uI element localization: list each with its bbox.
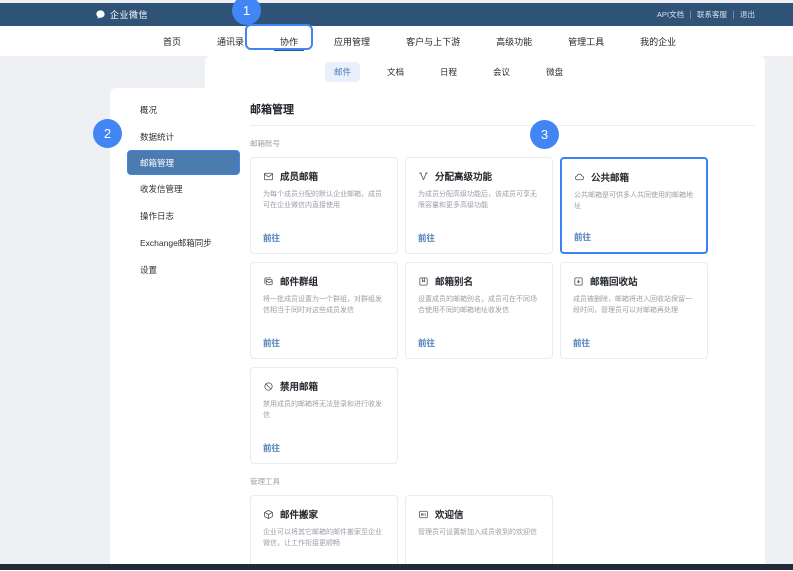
go-to-link[interactable]: 前往 (263, 232, 385, 244)
card-head: 邮箱回收站 (573, 274, 695, 288)
disabled-icon (263, 381, 274, 392)
card-description: 禁用成员的邮箱将无法登录和进行收发信 (263, 399, 385, 421)
card-title: 邮箱回收站 (590, 274, 638, 288)
card-title: 邮件群组 (280, 274, 318, 288)
card-head: 邮箱别名 (418, 274, 540, 288)
logout-link[interactable]: 退出 (740, 9, 755, 20)
card-description: 为每个成员分配的默认企业邮箱，成员可在企业微信内直接使用 (263, 189, 385, 211)
card-head: 邮件群组 (263, 274, 385, 288)
card-grid-mail-accounts: 成员邮箱 为每个成员分配的默认企业邮箱，成员可在企业微信内直接使用 前往 分配高… (250, 157, 712, 464)
tab-meeting[interactable]: 会议 (484, 62, 519, 82)
sidebar: 概况 数据统计 邮箱管理 收发信管理 操作日志 Exchange邮箱同步 设置 (110, 96, 240, 283)
nav-item-home[interactable]: 首页 (163, 26, 181, 56)
tab-drive[interactable]: 微盘 (537, 62, 572, 82)
sub-tab-panel: 邮件 文档 日程 会议 微盘 (205, 56, 765, 88)
card-member-mailbox[interactable]: 成员邮箱 为每个成员分配的默认企业邮箱，成员可在企业微信内直接使用 前往 (250, 157, 398, 254)
card-description: 设置成员的邮箱别名，成员可在不同场合使用不同的邮箱地址收发信 (418, 294, 540, 316)
card-welcome-letter[interactable]: 欢迎信 管理员可设置新加入成员收到的欢迎信 前往 (405, 495, 553, 564)
card-mail-alias[interactable]: 邮箱别名 设置成员的邮箱别名，成员可在不同场合使用不同的邮箱地址收发信 前往 (405, 262, 553, 359)
card-title: 邮箱别名 (435, 274, 473, 288)
card-description: 为成员分配高级功能后，该成员可享无限容量和更多高级功能 (418, 189, 540, 211)
nav-item-my-company[interactable]: 我的企业 (640, 26, 676, 56)
card-title: 欢迎信 (435, 507, 464, 521)
go-to-link[interactable]: 前往 (573, 337, 695, 349)
card-head: 欢迎信 (418, 507, 540, 521)
card-head: 禁用邮箱 (263, 379, 385, 393)
card-description: 公共邮箱是可供多人共同使用的邮箱地址 (574, 190, 694, 212)
premium-v-icon (418, 171, 429, 182)
sub-tabs: 邮件 文档 日程 会议 微盘 (325, 56, 572, 88)
admin-console-window: 企业微信 API文档 联系客服 退出 首页 通讯录 协作 应用管理 客户与上下游… (0, 0, 793, 571)
brand-name: 企业微信 (110, 8, 148, 21)
card-disabled-mailbox[interactable]: 禁用邮箱 禁用成员的邮箱将无法登录和进行收发信 前往 (250, 367, 398, 464)
tab-docs[interactable]: 文档 (378, 62, 413, 82)
card-mail-migration[interactable]: 邮件搬家 企业可以将其它邮箱的邮件搬家至企业微信，让工作衔接更顺畅 前往 (250, 495, 398, 564)
api-docs-link[interactable]: API文档 (657, 9, 684, 20)
chat-bubble-icon (95, 9, 106, 20)
card-title: 邮件搬家 (280, 507, 318, 521)
sidebar-item-mailbox-management[interactable]: 邮箱管理 (127, 150, 240, 175)
mail-alias-icon (418, 276, 429, 287)
sidebar-item-settings[interactable]: 设置 (110, 256, 240, 283)
main-panel: 概况 数据统计 邮箱管理 收发信管理 操作日志 Exchange邮箱同步 设置 … (110, 88, 765, 564)
go-to-link[interactable]: 前往 (418, 337, 540, 349)
divider (250, 125, 755, 126)
card-head: 邮件搬家 (263, 507, 385, 521)
go-to-link[interactable]: 前往 (574, 231, 694, 243)
card-title: 公共邮箱 (591, 170, 629, 184)
tab-mail[interactable]: 邮件 (325, 62, 360, 82)
nav-item-advanced-features[interactable]: 高级功能 (496, 26, 532, 56)
contact-support-link[interactable]: 联系客服 (697, 9, 727, 20)
brand-logo: 企业微信 (95, 3, 148, 26)
nav-item-customers[interactable]: 客户与上下游 (406, 26, 460, 56)
divider (733, 11, 734, 19)
primary-navbar: 首页 通讯录 协作 应用管理 客户与上下游 高级功能 管理工具 我的企业 (0, 26, 793, 56)
card-public-mailbox[interactable]: 公共邮箱 公共邮箱是可供多人共同使用的邮箱地址 前往 (560, 157, 708, 254)
card-mail-group[interactable]: 邮件群组 将一批成员设置为一个群组，对群组发信相当于同时对这些成员发信 前往 (250, 262, 398, 359)
card-premium-features[interactable]: 分配高级功能 为成员分配高级功能后，该成员可享无限容量和更多高级功能 前往 (405, 157, 553, 254)
card-head: 分配高级功能 (418, 169, 540, 183)
sidebar-item-exchange-sync[interactable]: Exchange邮箱同步 (110, 229, 240, 256)
card-grid-admin-tools: 邮件搬家 企业可以将其它邮箱的邮件搬家至企业微信，让工作衔接更顺畅 前往 欢迎信… (250, 495, 712, 564)
card-title: 成员邮箱 (280, 169, 318, 183)
annotation-mark-3: 3 (530, 120, 559, 149)
card-title: 分配高级功能 (435, 169, 492, 183)
card-head: 公共邮箱 (574, 170, 694, 184)
card-description: 管理员可设置新加入成员收到的欢迎信 (418, 527, 540, 538)
envelope-icon (263, 171, 274, 182)
mail-group-icon (263, 276, 274, 287)
card-description: 成员被删除，邮箱将进入回收站保留一段时间，管理员可以对邮箱再处理 (573, 294, 695, 316)
card-description: 将一批成员设置为一个群组，对群组发信相当于同时对这些成员发信 (263, 294, 385, 316)
sidebar-item-overview[interactable]: 概况 (110, 96, 240, 123)
nav-item-admin-tools[interactable]: 管理工具 (568, 26, 604, 56)
nav-item-app-management[interactable]: 应用管理 (334, 26, 370, 56)
content-area: 邮箱管理 邮箱账号 成员邮箱 为每个成员分配的默认企业邮箱，成员可在企业微信内直… (250, 88, 765, 564)
card-mailbox-recycle-bin[interactable]: 邮箱回收站 成员被删除，邮箱将进入回收站保留一段时间，管理员可以对邮箱再处理 前… (560, 262, 708, 359)
package-icon (263, 509, 274, 520)
topbar-links: API文档 联系客服 退出 (657, 3, 755, 26)
go-to-link[interactable]: 前往 (418, 232, 540, 244)
recycle-bin-icon (573, 276, 584, 287)
nav-items: 首页 通讯录 协作 应用管理 客户与上下游 高级功能 管理工具 我的企业 (163, 26, 676, 56)
go-to-link[interactable]: 前往 (263, 442, 385, 454)
divider (690, 11, 691, 19)
section-label-admin-tools: 管理工具 (250, 476, 765, 487)
section-label-mail-accounts: 邮箱账号 (250, 138, 765, 149)
card-head: 成员邮箱 (263, 169, 385, 183)
annotation-mark-2: 2 (93, 119, 122, 148)
sidebar-item-operation-log[interactable]: 操作日志 (110, 202, 240, 229)
nav-item-collaboration[interactable]: 协作 (280, 26, 298, 56)
public-mailbox-icon (574, 172, 585, 183)
nav-item-contacts[interactable]: 通讯录 (217, 26, 244, 56)
card-description: 企业可以将其它邮箱的邮件搬家至企业微信，让工作衔接更顺畅 (263, 527, 385, 549)
sidebar-item-send-receive-management[interactable]: 收发信管理 (110, 175, 240, 202)
topbar: 企业微信 API文档 联系客服 退出 (0, 3, 793, 26)
tab-schedule[interactable]: 日程 (431, 62, 466, 82)
page-title: 邮箱管理 (250, 101, 765, 117)
welcome-letter-icon (418, 509, 429, 520)
card-title: 禁用邮箱 (280, 379, 318, 393)
sidebar-item-statistics[interactable]: 数据统计 (110, 123, 240, 150)
go-to-link[interactable]: 前往 (263, 337, 385, 349)
